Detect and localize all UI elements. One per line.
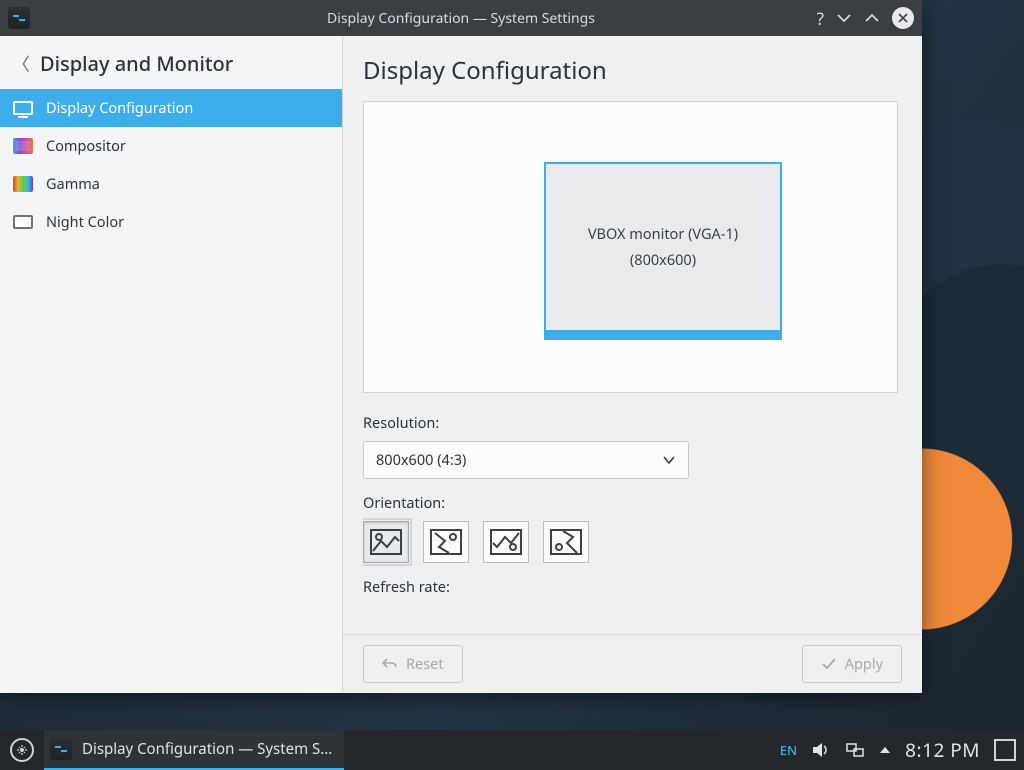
sidebar-item-label: Display Configuration bbox=[46, 98, 193, 118]
minimize-icon[interactable] bbox=[836, 10, 852, 26]
sidebar-item-night-color[interactable]: Night Color bbox=[0, 203, 342, 241]
app-icon bbox=[50, 738, 72, 760]
monitor-preview[interactable]: VBOX monitor (VGA-1) (800x600) bbox=[544, 162, 782, 340]
orientation-right-button[interactable] bbox=[543, 521, 589, 563]
apply-button-label: Apply bbox=[845, 654, 883, 674]
sidebar-header-label: Display and Monitor bbox=[40, 50, 233, 77]
close-button[interactable] bbox=[892, 7, 914, 29]
apply-button[interactable]: Apply bbox=[802, 645, 902, 683]
monitor-icon bbox=[12, 97, 34, 119]
window-title: Display Configuration — System Settings bbox=[327, 9, 595, 28]
reset-button-label: Reset bbox=[406, 654, 444, 674]
orientation-left-button[interactable] bbox=[423, 521, 469, 563]
maximize-icon[interactable] bbox=[864, 10, 880, 26]
orientation-label: Orientation: bbox=[363, 493, 898, 513]
resolution-value: 800x600 (4:3) bbox=[376, 450, 466, 470]
orientation-normal-button[interactable] bbox=[363, 521, 409, 563]
sidebar-item-display-configuration[interactable]: Display Configuration bbox=[0, 89, 342, 127]
sidebar: 〈 Display and Monitor Display Configurat… bbox=[0, 36, 343, 693]
orientation-inverted-button[interactable] bbox=[483, 521, 529, 563]
resolution-select[interactable]: 800x600 (4:3) bbox=[363, 441, 689, 479]
chevron-left-icon: 〈 bbox=[12, 51, 30, 77]
sidebar-item-label: Gamma bbox=[46, 174, 100, 194]
titlebar[interactable]: Display Configuration — System Settings … bbox=[0, 0, 922, 36]
taskbar-entry-label: Display Configuration — System S... bbox=[82, 739, 332, 759]
tray-expand-icon[interactable] bbox=[879, 745, 891, 755]
keyboard-layout-indicator[interactable]: EN bbox=[780, 741, 797, 759]
sidebar-item-compositor[interactable]: Compositor bbox=[0, 127, 342, 165]
reset-button[interactable]: Reset bbox=[363, 645, 463, 683]
help-icon[interactable]: ? bbox=[817, 7, 824, 30]
kde-logo-icon bbox=[10, 738, 34, 762]
system-settings-window: Display Configuration — System Settings … bbox=[0, 0, 922, 693]
resolution-label: Resolution: bbox=[363, 413, 898, 433]
taskbar-entry-system-settings[interactable]: Display Configuration — System S... bbox=[44, 730, 344, 770]
undo-icon bbox=[382, 657, 398, 671]
refresh-rate-label: Refresh rate: bbox=[363, 577, 898, 597]
sidebar-item-gamma[interactable]: Gamma bbox=[0, 165, 342, 203]
clock[interactable]: 8:12 PM bbox=[905, 737, 980, 763]
sidebar-item-label: Compositor bbox=[46, 136, 126, 156]
app-icon bbox=[8, 7, 30, 29]
night-color-icon bbox=[12, 211, 34, 233]
sidebar-item-label: Night Color bbox=[46, 212, 124, 232]
taskbar: Display Configuration — System S... EN 8… bbox=[0, 730, 1024, 770]
main-panel: Display Configuration VBOX monitor (VGA-… bbox=[343, 36, 922, 693]
volume-icon[interactable] bbox=[811, 741, 831, 759]
check-icon bbox=[821, 657, 837, 671]
compositor-icon bbox=[12, 135, 34, 157]
application-launcher-button[interactable] bbox=[0, 730, 44, 770]
show-desktop-button[interactable] bbox=[994, 739, 1016, 761]
gamma-icon bbox=[12, 173, 34, 195]
network-icon[interactable] bbox=[845, 741, 865, 759]
monitor-layout-canvas[interactable]: VBOX monitor (VGA-1) (800x600) bbox=[363, 101, 898, 393]
monitor-resolution: (800x600) bbox=[630, 250, 696, 270]
chevron-down-icon bbox=[662, 455, 676, 465]
page-title: Display Configuration bbox=[363, 54, 898, 87]
monitor-name: VBOX monitor (VGA-1) bbox=[588, 224, 738, 244]
sidebar-back-header[interactable]: 〈 Display and Monitor bbox=[0, 36, 342, 89]
